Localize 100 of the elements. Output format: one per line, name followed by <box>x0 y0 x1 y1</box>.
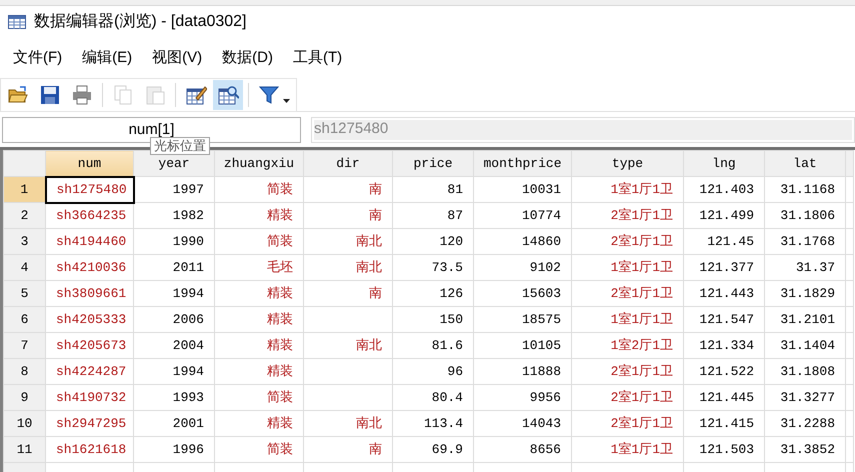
table-cell: 简装 <box>214 228 304 254</box>
row-number[interactable]: 1 <box>4 176 46 202</box>
table-cell: 121.443 <box>684 280 764 306</box>
menu-item[interactable]: 数据(D) <box>215 46 280 70</box>
table-cell: 14860 <box>474 228 572 254</box>
table-cell: 2001 <box>134 410 214 436</box>
table-icon <box>8 15 26 29</box>
column-header[interactable]: monthprice <box>474 150 572 176</box>
table-cell: 2004 <box>134 332 214 358</box>
table-cell: 121.522 <box>684 358 764 384</box>
menu-item[interactable]: 文件(F) <box>6 46 70 70</box>
table-cell: sh4190732 <box>46 384 134 410</box>
table-magnifier-icon <box>217 84 239 106</box>
table-cell: 31.1806 <box>764 202 846 228</box>
table-cell: 121.503 <box>684 436 764 462</box>
table-cell: 69.9 <box>392 436 474 462</box>
table-cell: 1室1厅1卫 <box>572 306 684 332</box>
row-number[interactable]: 10 <box>4 410 46 436</box>
column-header[interactable]: price <box>392 150 474 176</box>
table-cell: 31.1829 <box>764 280 846 306</box>
table-cell: 1982 <box>134 202 214 228</box>
window-title: 数据编辑器(浏览) - [data0302] <box>34 12 246 32</box>
menu-item[interactable]: 工具(T) <box>286 46 350 70</box>
folder-icon <box>7 84 29 106</box>
table-cell: 81 <box>392 176 474 202</box>
table-cell: 9956 <box>474 384 572 410</box>
menu-item[interactable]: 视图(V) <box>145 46 210 70</box>
table-cell: 南 <box>304 280 392 306</box>
column-header[interactable]: lng <box>684 150 764 176</box>
table-cell: 10774 <box>474 202 572 228</box>
table-cell: 31.1768 <box>764 228 846 254</box>
table-cell: sh4205333 <box>46 306 134 332</box>
table-cell: 1994 <box>134 280 214 306</box>
table-cell: 31.1168 <box>764 176 846 202</box>
column-header[interactable]: zhuangxiu <box>214 150 304 176</box>
table-cell: 81.6 <box>392 332 474 358</box>
table-cell: 150 <box>392 306 474 332</box>
row-number[interactable]: 2 <box>4 202 46 228</box>
column-header[interactable]: dir <box>304 150 392 176</box>
table-cell: 精装 <box>214 358 304 384</box>
table-cell: 南北 <box>304 410 392 436</box>
row-number[interactable]: 8 <box>4 358 46 384</box>
table-cell: 南 <box>304 436 392 462</box>
column-header[interactable]: type <box>572 150 684 176</box>
table-cell: 80.4 <box>392 384 474 410</box>
printer-icon <box>71 84 93 106</box>
row-number[interactable]: 11 <box>4 436 46 462</box>
table-cell: 1997 <box>134 176 214 202</box>
table-cell: 2室1厅1卫 <box>572 410 684 436</box>
table-cell: 精装 <box>214 410 304 436</box>
tooltip: 光标位置 <box>150 137 210 155</box>
table-cell: sh1621618 <box>46 436 134 462</box>
menu-item[interactable]: 编辑(E) <box>75 46 140 70</box>
table-cell: 15603 <box>474 280 572 306</box>
table-cell: sh4205673 <box>46 332 134 358</box>
table-cell: 18575 <box>474 306 572 332</box>
row-number[interactable]: 9 <box>4 384 46 410</box>
table-cell: 121.499 <box>684 202 764 228</box>
table-cell: 8656 <box>474 436 572 462</box>
table-cell: 2室1厅1卫 <box>572 358 684 384</box>
table-magnifier-button[interactable] <box>213 80 243 110</box>
table-cell: 1996 <box>134 436 214 462</box>
header-corner <box>4 150 46 176</box>
row-number[interactable]: 4 <box>4 254 46 280</box>
table-cell: 120 <box>392 228 474 254</box>
table-cell: 精装 <box>214 202 304 228</box>
table-cell: sh3664235 <box>46 202 134 228</box>
table-cell: 2室1厅1卫 <box>572 202 684 228</box>
table-cell: 31.3852 <box>764 436 846 462</box>
table-cell: 113.4 <box>392 410 474 436</box>
table-cell: 毛坯 <box>214 254 304 280</box>
table-cell: 31.1808 <box>764 358 846 384</box>
paste-icon <box>144 84 166 106</box>
table-cell: 南 <box>304 176 392 202</box>
table-cell: 73.5 <box>392 254 474 280</box>
row-number[interactable]: 5 <box>4 280 46 306</box>
row-number[interactable]: 6 <box>4 306 46 332</box>
table-cell: 121.45 <box>684 228 764 254</box>
table-cell: 121.377 <box>684 254 764 280</box>
caret-icon <box>283 98 290 102</box>
column-header[interactable]: lat <box>764 150 846 176</box>
table-cell: 14043 <box>474 410 572 436</box>
table-cell: 1994 <box>134 358 214 384</box>
table-cell: 121.445 <box>684 384 764 410</box>
table-cell: 南北 <box>304 332 392 358</box>
row-number[interactable]: 7 <box>4 332 46 358</box>
table-pencil-icon <box>185 84 207 106</box>
table-cell: 简装 <box>214 176 304 202</box>
table-cell: sh2947295 <box>46 410 134 436</box>
row-number[interactable]: 3 <box>4 228 46 254</box>
table-cell: 121.334 <box>684 332 764 358</box>
table-cell: 1993 <box>134 384 214 410</box>
table-cell: 简装 <box>214 384 304 410</box>
column-header[interactable]: num <box>46 150 134 176</box>
table-cell: 2室1厅1卫 <box>572 280 684 306</box>
table-cell: 31.3277 <box>764 384 846 410</box>
table-cell: 87 <box>392 202 474 228</box>
table-cell: 南北 <box>304 228 392 254</box>
table-cell: sh1275480 <box>46 176 134 202</box>
table-cell: 1室1厅1卫 <box>572 176 684 202</box>
